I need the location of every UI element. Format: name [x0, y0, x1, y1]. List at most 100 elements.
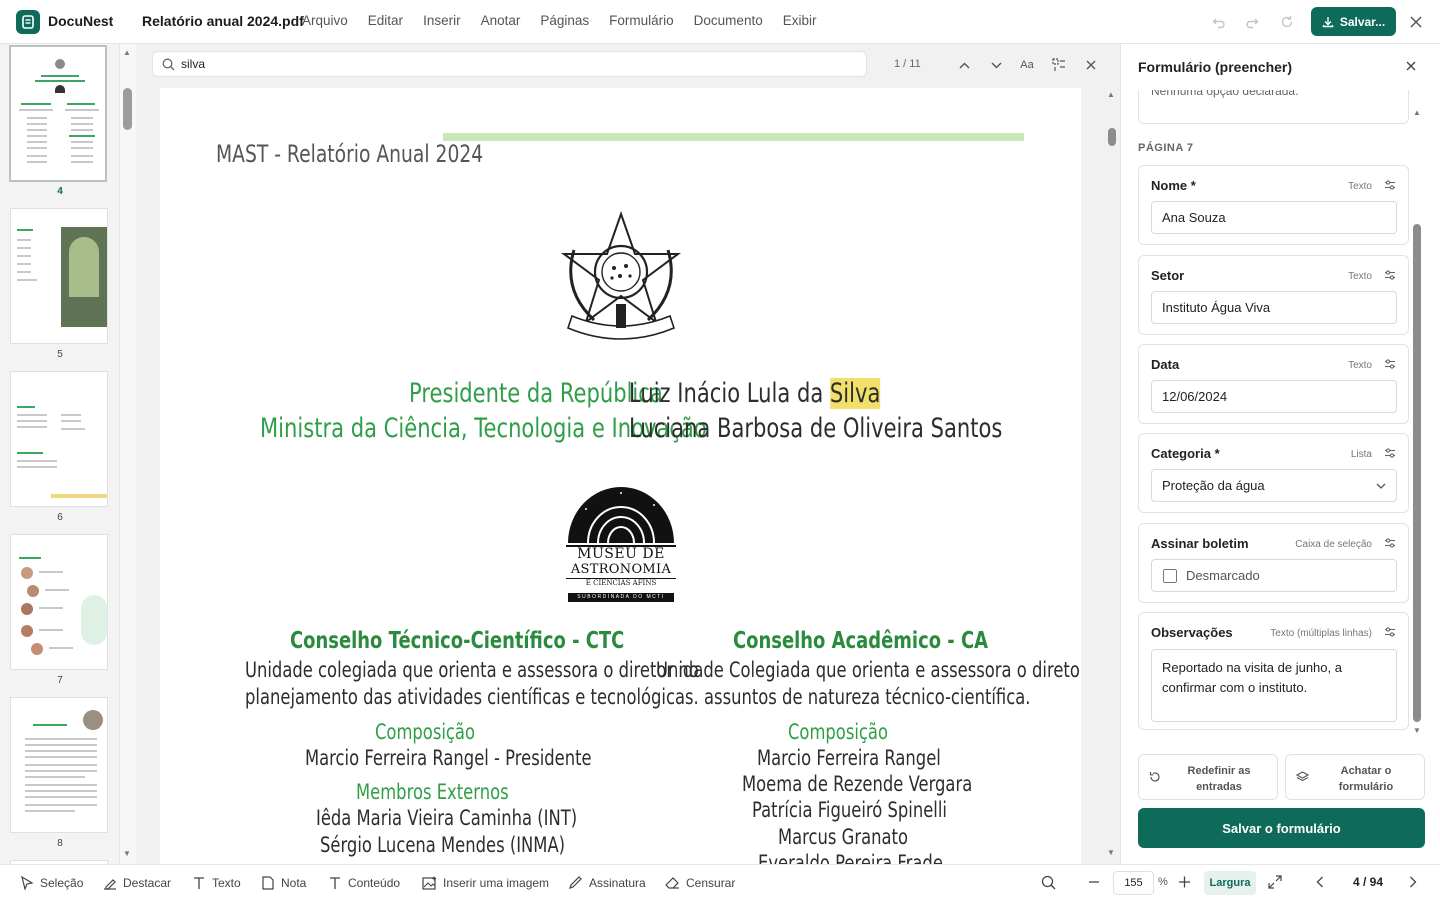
scroll-down-arrow-icon[interactable]: ▼ [1107, 848, 1115, 857]
tool-insert-image[interactable]: Inserir uma imagem [422, 876, 549, 890]
checkbox-box[interactable] [1163, 569, 1177, 583]
ctc-external-title: Membros Externos [356, 780, 509, 804]
previous-page-icon[interactable] [1316, 876, 1324, 891]
checkbox-state-label: Desmarcado [1186, 568, 1260, 583]
thumbnail-page-6[interactable] [10, 371, 108, 507]
brazil-coat-of-arms-icon [560, 210, 682, 340]
close-icon[interactable] [1406, 12, 1426, 32]
menu-bar: Arquivo Editar Inserir Anotar Páginas Fo… [302, 13, 836, 28]
field-label: Setor [1151, 268, 1185, 283]
field-settings-icon[interactable] [1384, 537, 1396, 549]
zoom-search-icon[interactable] [1041, 875, 1056, 893]
pen-icon [569, 876, 582, 889]
menu-exibir[interactable]: Exibir [783, 13, 817, 28]
tool-selection[interactable]: Seleção [20, 876, 83, 890]
setor-input[interactable]: Instituto Água Viva [1151, 291, 1397, 324]
panel-scrollbar[interactable]: ▲ ▼ [1411, 108, 1425, 735]
pdf-page: MAST - Relatório Anual 2024 Presidente d… [160, 88, 1081, 864]
image-icon [422, 876, 436, 890]
refresh-icon[interactable] [1277, 12, 1297, 32]
field-type: Lista [1350, 449, 1372, 460]
scroll-up-arrow-icon[interactable]: ▲ [123, 48, 131, 57]
thumbnail-page-4[interactable] [9, 45, 107, 182]
field-card-partial: Nenhuma opção declarada. [1138, 90, 1409, 124]
observacoes-textarea[interactable]: Reportado na visita de junho, a confirma… [1151, 649, 1397, 722]
note-icon [262, 876, 274, 890]
field-settings-icon[interactable] [1384, 179, 1396, 191]
flatten-form-button[interactable]: Achatar o formulário [1285, 754, 1425, 800]
ctc-composition-title: Composição [375, 720, 475, 744]
field-settings-icon[interactable] [1384, 447, 1396, 459]
zoom-unit: % [1158, 876, 1168, 888]
menu-arquivo[interactable]: Arquivo [302, 13, 348, 28]
museum-name-line3: E CIÊNCIAS AFINS [585, 579, 657, 587]
chevron-down-icon [1376, 483, 1386, 489]
chevron-down-icon[interactable] [987, 56, 1005, 74]
menu-paginas[interactable]: Páginas [540, 13, 589, 28]
thumbnail-page-8[interactable] [10, 697, 108, 833]
save-form-button[interactable]: Salvar o formulário [1138, 808, 1425, 848]
tool-text[interactable]: Texto [192, 876, 241, 890]
search-options-icon[interactable] [1050, 56, 1068, 74]
nome-input[interactable]: Ana Souza [1151, 201, 1397, 234]
flatten-label-2: formulário [1338, 781, 1394, 793]
menu-documento[interactable]: Documento [694, 13, 763, 28]
save-button[interactable]: Salvar... [1311, 7, 1396, 36]
scroll-down-arrow-icon[interactable]: ▼ [1413, 726, 1421, 735]
data-input[interactable]: 12/06/2024 [1151, 380, 1397, 413]
zoom-out-icon[interactable] [1088, 875, 1100, 892]
panel-scroll-thumb[interactable] [1413, 224, 1421, 722]
next-page-icon[interactable] [1409, 876, 1417, 891]
app-logo-icon [16, 10, 40, 34]
close-panel-icon[interactable] [1406, 58, 1416, 76]
menu-editar[interactable]: Editar [368, 13, 403, 28]
panel-title: Formulário (preencher) [1138, 59, 1293, 75]
zoom-in-icon[interactable] [1178, 875, 1191, 892]
field-card-observacoes: Observações Texto (múltiplas linhas) Rep… [1138, 612, 1409, 730]
thumbnail-page-7[interactable] [10, 534, 108, 670]
undo-icon[interactable] [1209, 12, 1229, 32]
tool-label: Texto [212, 876, 241, 890]
thumbnail-page-number: 7 [57, 675, 63, 686]
tool-highlight[interactable]: Destacar [103, 876, 171, 890]
expand-icon[interactable] [1268, 875, 1282, 892]
menu-anotar[interactable]: Anotar [481, 13, 521, 28]
document-scroll-thumb[interactable] [1108, 128, 1116, 146]
tool-note[interactable]: Nota [261, 876, 306, 890]
tool-label: Seleção [40, 876, 84, 890]
scroll-up-arrow-icon[interactable]: ▲ [1413, 108, 1421, 117]
tool-signature[interactable]: Assinatura [568, 876, 646, 890]
field-settings-icon[interactable] [1384, 626, 1396, 638]
tool-content[interactable]: Conteúdo [328, 876, 400, 890]
observatory-dome-icon [568, 487, 674, 544]
menu-inserir[interactable]: Inserir [423, 13, 461, 28]
ctc-desc-2: planejamento das atividades científicas … [245, 685, 699, 709]
fit-width-button[interactable]: Largura [1204, 871, 1256, 895]
chevron-up-icon[interactable] [955, 56, 973, 74]
field-settings-icon[interactable] [1384, 358, 1396, 370]
search-input[interactable] [181, 57, 781, 71]
ca-desc-1: Unidade Colegiada que orienta e assessor… [656, 658, 1081, 682]
museum-name-line1: MUSEU DE [577, 546, 665, 562]
download-icon [1322, 16, 1334, 27]
thumbnail-scrollbar[interactable]: ▲ ▼ [120, 44, 136, 864]
close-search-icon[interactable] [1082, 56, 1100, 74]
field-settings-icon[interactable] [1384, 269, 1396, 281]
categoria-select[interactable]: Proteção da água [1151, 469, 1397, 502]
reset-entries-button[interactable]: Redefinir as entradas [1138, 754, 1278, 800]
ca-title: Conselho Acadêmico - CA [733, 628, 989, 654]
match-case-toggle[interactable]: Aa [1018, 56, 1036, 74]
document-scrollbar[interactable]: ▲ ▼ [1104, 88, 1120, 864]
bottom-toolbar: Seleção Destacar Texto Nota Conteúdo Ins… [0, 864, 1440, 900]
assinar-boletim-checkbox[interactable]: Desmarcado [1151, 559, 1397, 592]
thumbnail-scroll-thumb[interactable] [123, 88, 132, 130]
tool-redact[interactable]: Censurar [665, 876, 735, 890]
scroll-down-arrow-icon[interactable]: ▼ [123, 849, 131, 858]
menu-formulario[interactable]: Formulário [609, 13, 674, 28]
tool-label: Inserir uma imagem [443, 876, 550, 890]
thumbnail-page-5[interactable] [10, 208, 108, 344]
redo-icon[interactable] [1242, 12, 1262, 32]
zoom-input[interactable]: 155 [1113, 871, 1154, 895]
document-title: Relatório anual 2024.pdf [142, 13, 304, 29]
scroll-up-arrow-icon[interactable]: ▲ [1107, 90, 1115, 99]
